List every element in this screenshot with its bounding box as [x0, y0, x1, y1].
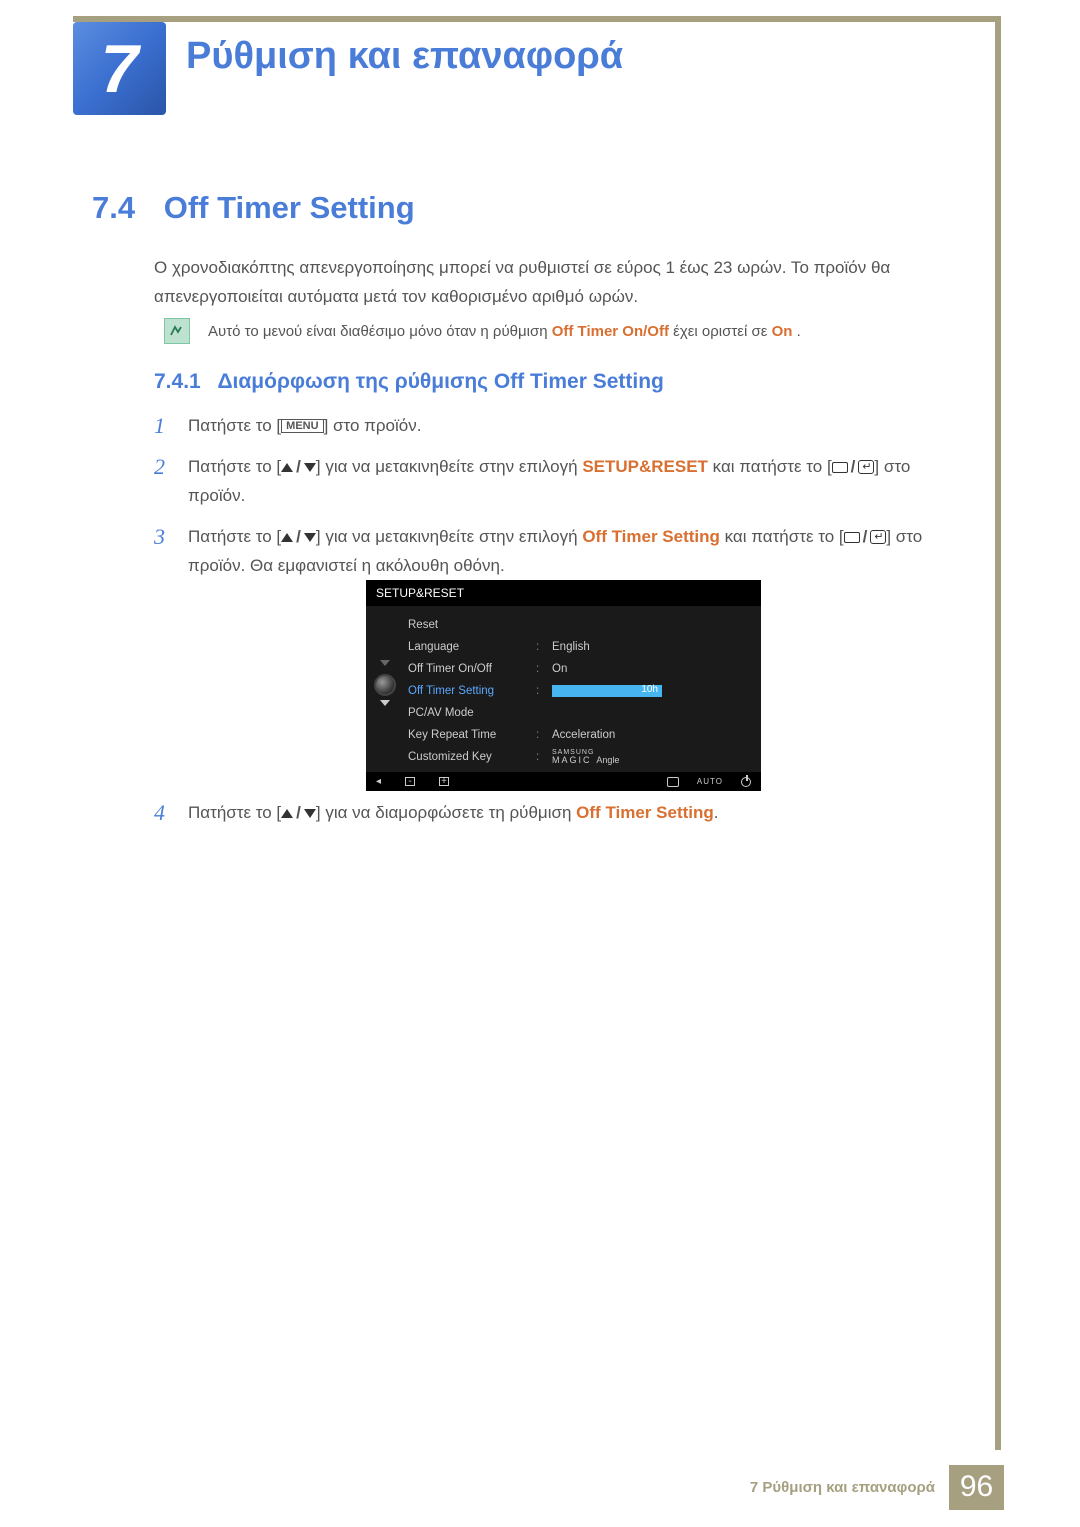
- step-1: 1 Πατήστε το [MENU] στο προϊόν.: [154, 412, 959, 441]
- step-number: 4: [154, 799, 188, 828]
- footer-chapter: 7 Ρύθμιση και επαναφορά: [750, 1479, 935, 1496]
- osd-slider: 10h: [552, 685, 662, 697]
- note-icon: [164, 318, 190, 344]
- chapter-title: Ρύθμιση και επαναφορά: [186, 35, 623, 78]
- osd-row-language: Language : English: [408, 636, 751, 658]
- subsection-number: 7.4.1: [154, 370, 201, 393]
- osd-row-offtimer-onoff: Off Timer On/Off : On: [408, 658, 751, 680]
- scroll-up-icon: [380, 660, 390, 666]
- step-number: 1: [154, 412, 188, 441]
- back-icon: ◂: [376, 776, 381, 787]
- intro-paragraph: Ο χρονοδιακόπτης απενεργοποίησης μπορεί …: [154, 254, 944, 312]
- up-down-arrows-icon: /: [281, 523, 316, 552]
- term-setup-reset: SETUP&RESET: [582, 457, 708, 476]
- osd-row-pcav: PC/AV Mode: [408, 702, 751, 724]
- page-footer: 7 Ρύθμιση και επαναφορά 96: [750, 1467, 1004, 1507]
- osd-row-offtimer-setting: Off Timer Setting : 10h: [408, 680, 751, 702]
- step-body: Πατήστε το [/] για να μετακινηθείτε στην…: [188, 523, 959, 581]
- menu-button-icon: MENU: [281, 419, 323, 433]
- plus-icon: +: [439, 777, 449, 786]
- step-number: 3: [154, 523, 188, 581]
- enter-icon: [667, 777, 679, 787]
- osd-row-reset: Reset: [408, 614, 751, 636]
- scroll-down-icon: [380, 700, 390, 706]
- top-border: [73, 16, 1001, 22]
- osd-title: SETUP&RESET: [366, 580, 761, 606]
- step-body: Πατήστε το [MENU] στο προϊόν.: [188, 412, 959, 441]
- jog-knob-icon: [374, 674, 396, 696]
- note-row: Αυτό το μενού είναι διαθέσιμο μόνο όταν …: [164, 318, 954, 344]
- up-down-arrows-icon: /: [281, 453, 316, 482]
- power-icon: [741, 777, 751, 787]
- subsection-title: Διαμόρφωση της ρύθμισης Off Timer Settin…: [217, 370, 663, 393]
- note-term-on: On: [772, 323, 793, 340]
- subsection-heading: 7.4.1 Διαμόρφωση της ρύθμισης Off Timer …: [154, 370, 664, 394]
- note-text: Αυτό το μενού είναι διαθέσιμο μόνο όταν …: [208, 323, 801, 340]
- osd-rows: Reset Language : English Off Timer On/Of…: [404, 612, 761, 772]
- step-3: 3 Πατήστε το [/] για να μετακινηθείτε στ…: [154, 523, 959, 581]
- right-border: [995, 22, 1001, 1450]
- osd-menu: SETUP&RESET Reset Language : English Off…: [366, 580, 761, 791]
- source-enter-icon: /: [844, 523, 887, 552]
- step-2: 2 Πατήστε το [/] για να μετακινηθείτε στ…: [154, 453, 959, 511]
- up-down-arrows-icon: /: [281, 799, 316, 828]
- chapter-number: 7: [101, 30, 139, 108]
- section-heading: 7.4 Off Timer Setting: [92, 190, 415, 226]
- section-title: Off Timer Setting: [164, 190, 415, 225]
- term-offtimer-setting: Off Timer Setting: [582, 527, 720, 546]
- osd-row-customkey: Customized Key : SAMSUNG MAGIC Angle: [408, 746, 751, 768]
- step-number: 2: [154, 453, 188, 511]
- step-body: Πατήστε το [/] για να διαμορφώσετε τη ρύ…: [188, 799, 959, 828]
- osd-magic-angle: SAMSUNG MAGIC Angle: [552, 749, 751, 765]
- source-enter-icon: /: [832, 453, 875, 482]
- osd-left-column: [366, 612, 404, 772]
- section-number: 7.4: [92, 190, 135, 225]
- osd-row-keyrepeat: Key Repeat Time : Acceleration: [408, 724, 751, 746]
- step-body: Πατήστε το [/] για να μετακινηθείτε στην…: [188, 453, 959, 511]
- auto-label: AUTO: [697, 777, 723, 786]
- osd-footer: ◂ - + AUTO: [366, 772, 761, 791]
- page-number: 96: [949, 1465, 1004, 1510]
- chapter-number-box: 7: [73, 22, 166, 115]
- minus-icon: -: [405, 777, 415, 786]
- note-term-offtimer: Off Timer On/Off: [552, 323, 669, 340]
- step-4: 4 Πατήστε το [/] για να διαμορφώσετε τη …: [154, 799, 959, 828]
- term-offtimer-setting: Off Timer Setting: [576, 803, 714, 822]
